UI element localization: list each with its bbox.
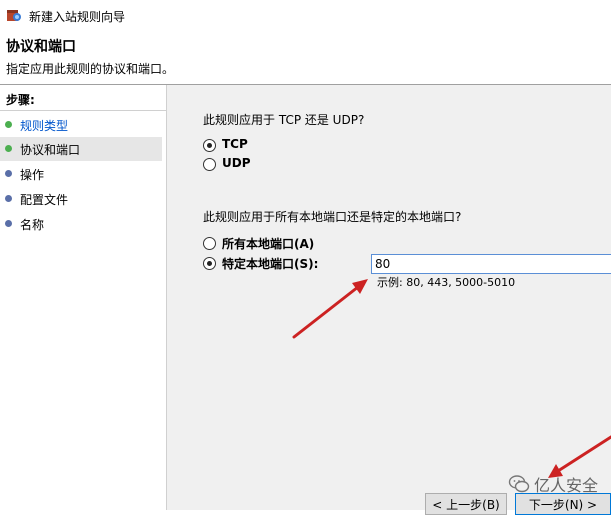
sidebar-item-label: 规则类型 [20,119,69,133]
protocol-question: 此规则应用于 TCP 还是 UDP? [203,113,365,127]
sidebar-item-rule-type[interactable]: 规则类型 [0,113,162,137]
specific-ports-input[interactable] [371,254,611,274]
sidebar-item-name[interactable]: 名称 [0,212,162,236]
steps-label: 步骤: [6,93,35,107]
title-bar: 新建入站规则向导 [0,0,611,30]
radio-tcp-label: TCP [222,137,248,151]
step-bullet-icon [5,170,12,177]
step-bullet-icon [5,145,12,152]
sidebar-item-protocol-and-ports[interactable]: 协议和端口 [0,137,162,161]
sidebar-item-profile[interactable]: 配置文件 [0,187,162,211]
wechat-icon [508,475,530,493]
window-title: 新建入站规则向导 [29,10,126,24]
radio-specific-ports-label: 特定本地端口(S): [222,257,319,271]
back-button-label: < 上一步(B) [432,498,500,512]
main-content: 此规则应用于 TCP 还是 UDP? TCP UDP 此规则应用于所有本地端口还… [167,85,611,515]
sidebar-item-label: 操作 [20,168,45,182]
steps-sidebar: 步骤: 规则类型 协议和端口 操作 配置文件 名称 [0,85,167,510]
firewall-icon [7,10,21,21]
steps-divider [0,110,166,111]
page-subtitle: 指定应用此规则的协议和端口。 [6,62,175,76]
wizard-header: 协议和端口 指定应用此规则的协议和端口。 [0,30,611,82]
step-bullet-icon [5,195,12,202]
sidebar-item-label: 名称 [20,218,45,232]
watermark-text: 亿人安全 [534,476,599,495]
radio-tcp-indicator[interactable] [203,139,216,152]
radio-all-ports-indicator[interactable] [203,237,216,250]
back-button[interactable]: < 上一步(B) [425,493,507,515]
ports-example-hint: 示例: 80, 443, 5000-5010 [377,276,516,289]
step-bullet-icon [5,220,12,227]
next-button[interactable]: 下一步(N) > [515,493,611,515]
radio-udp-indicator[interactable] [203,158,216,171]
sidebar-item-label: 协议和端口 [20,143,81,157]
radio-all-ports-label: 所有本地端口(A) [222,237,315,251]
radio-specific-ports-indicator[interactable] [203,257,216,270]
radio-udp-label: UDP [222,156,251,170]
step-bullet-icon [5,121,12,128]
next-button-label: 下一步(N) > [528,498,598,512]
sidebar-item-action[interactable]: 操作 [0,162,162,186]
ports-question: 此规则应用于所有本地端口还是特定的本地端口? [203,210,462,224]
page-title: 协议和端口 [6,39,76,55]
sidebar-item-label: 配置文件 [20,193,69,207]
